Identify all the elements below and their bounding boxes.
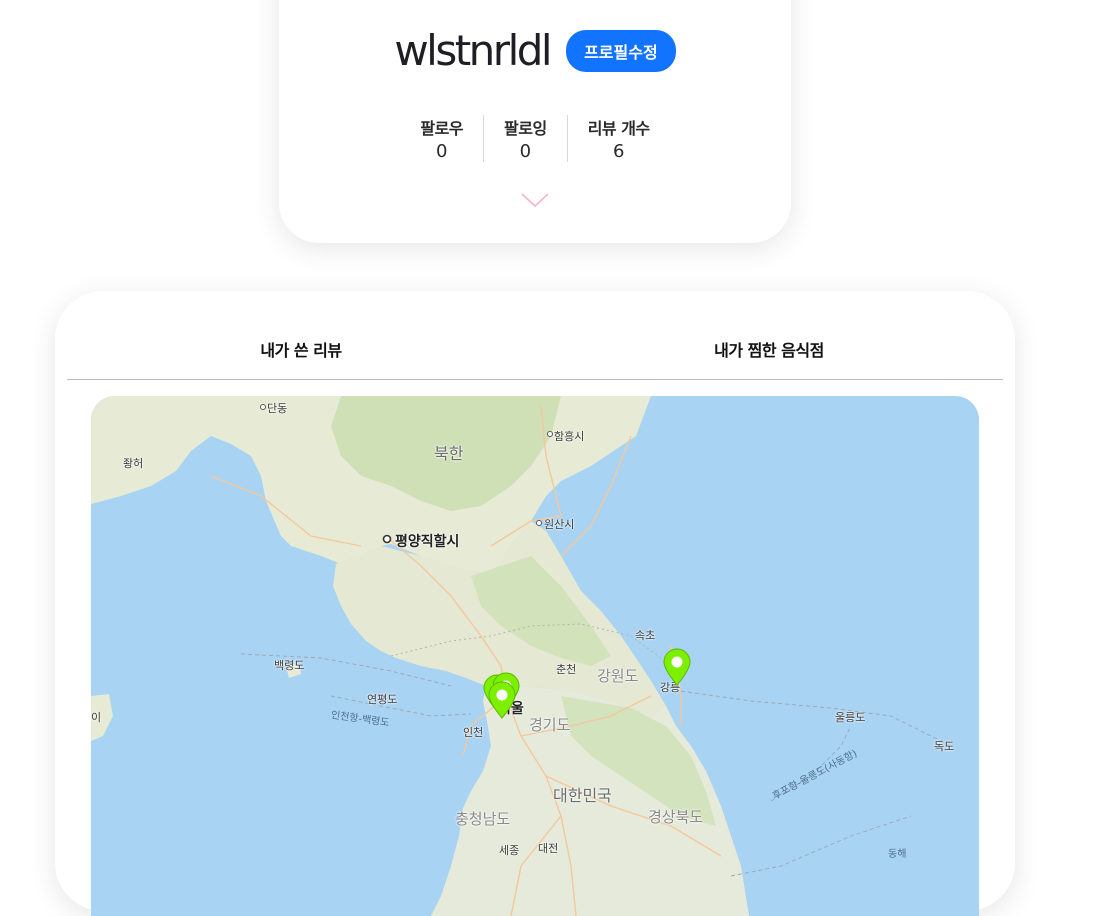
map-label-north-korea: 북한 [434, 444, 464, 463]
map-label-chungnam: 충청남도 [455, 810, 511, 828]
map-label-gyeonggi: 경기도 [529, 716, 571, 734]
map-label-ulleung: 울릉도 [835, 711, 866, 724]
profile-card: wlstnrldl 프로필수정 팔로우 0 팔로잉 0 리뷰 개수 6 [279, 0, 791, 243]
map-label-chuncheon: 춘천 [556, 663, 577, 676]
map-label-left-edge: 이 [91, 711, 102, 724]
map-label-dokdo: 독도 [934, 740, 955, 753]
map-marker-pin-icon[interactable] [487, 681, 517, 719]
profile-stats: 팔로우 0 팔로잉 0 리뷰 개수 6 [279, 115, 791, 162]
stat-label: 팔로우 [420, 119, 464, 138]
tab-bar: 내가 쓴 리뷰 내가 찜한 음식점 [67, 291, 1003, 380]
stat-value: 0 [435, 141, 448, 162]
stat-label: 리뷰 개수 [587, 119, 650, 138]
map-view[interactable]: 단동 함흥시 좡허 북한 원산시 평양직할시 속초 춘천 강원도 강릉 백령도 … [91, 396, 979, 916]
map-label-gangwon: 강원도 [597, 667, 639, 685]
stat-followers[interactable]: 팔로우 0 [400, 115, 483, 162]
stat-following[interactable]: 팔로잉 0 [483, 115, 567, 162]
map-label-dandong: 단동 [267, 402, 288, 415]
map-label-baengnyeong: 백령도 [274, 659, 305, 672]
map-label-hamheung: 함흥시 [554, 430, 585, 443]
profile-name-row: wlstnrldl 프로필수정 [279, 26, 791, 75]
stat-value: 0 [519, 141, 532, 162]
map-label-korea: 대한민국 [553, 786, 612, 805]
stat-review-count[interactable]: 리뷰 개수 6 [566, 115, 670, 162]
stat-label: 팔로잉 [504, 119, 547, 138]
map-label-hwanghae: 좡허 [123, 457, 144, 470]
edit-profile-button[interactable]: 프로필수정 [566, 29, 676, 72]
main-card: 내가 쓴 리뷰 내가 찜한 음식점 단동 함흥시 좡허 북한 원산시 평양직할시… [55, 291, 1015, 916]
map-label-daejeon: 대전 [538, 842, 559, 855]
map-base [91, 396, 979, 916]
tab-my-reviews[interactable]: 내가 쓴 리뷰 [67, 291, 535, 379]
map-label-wonsan: 원산시 [544, 518, 575, 531]
map-label-sokcho: 속초 [635, 629, 656, 642]
map-label-donghae: 동해 [888, 849, 907, 860]
tab-favorite-restaurants[interactable]: 내가 찜한 음식점 [535, 291, 1003, 379]
stat-value: 6 [612, 141, 625, 162]
map-label-yeonpyeong: 연평도 [367, 693, 398, 706]
map-label-incheon: 인천 [463, 726, 484, 739]
username: wlstnrldl [394, 26, 552, 75]
chevron-down-icon[interactable] [521, 192, 549, 208]
map-label-gyeongbuk: 경상북도 [648, 808, 704, 826]
map-label-pyongyang: 평양직할시 [395, 534, 460, 550]
map-marker-pin-icon[interactable] [662, 648, 692, 686]
map-label-sejong: 세종 [499, 844, 520, 857]
